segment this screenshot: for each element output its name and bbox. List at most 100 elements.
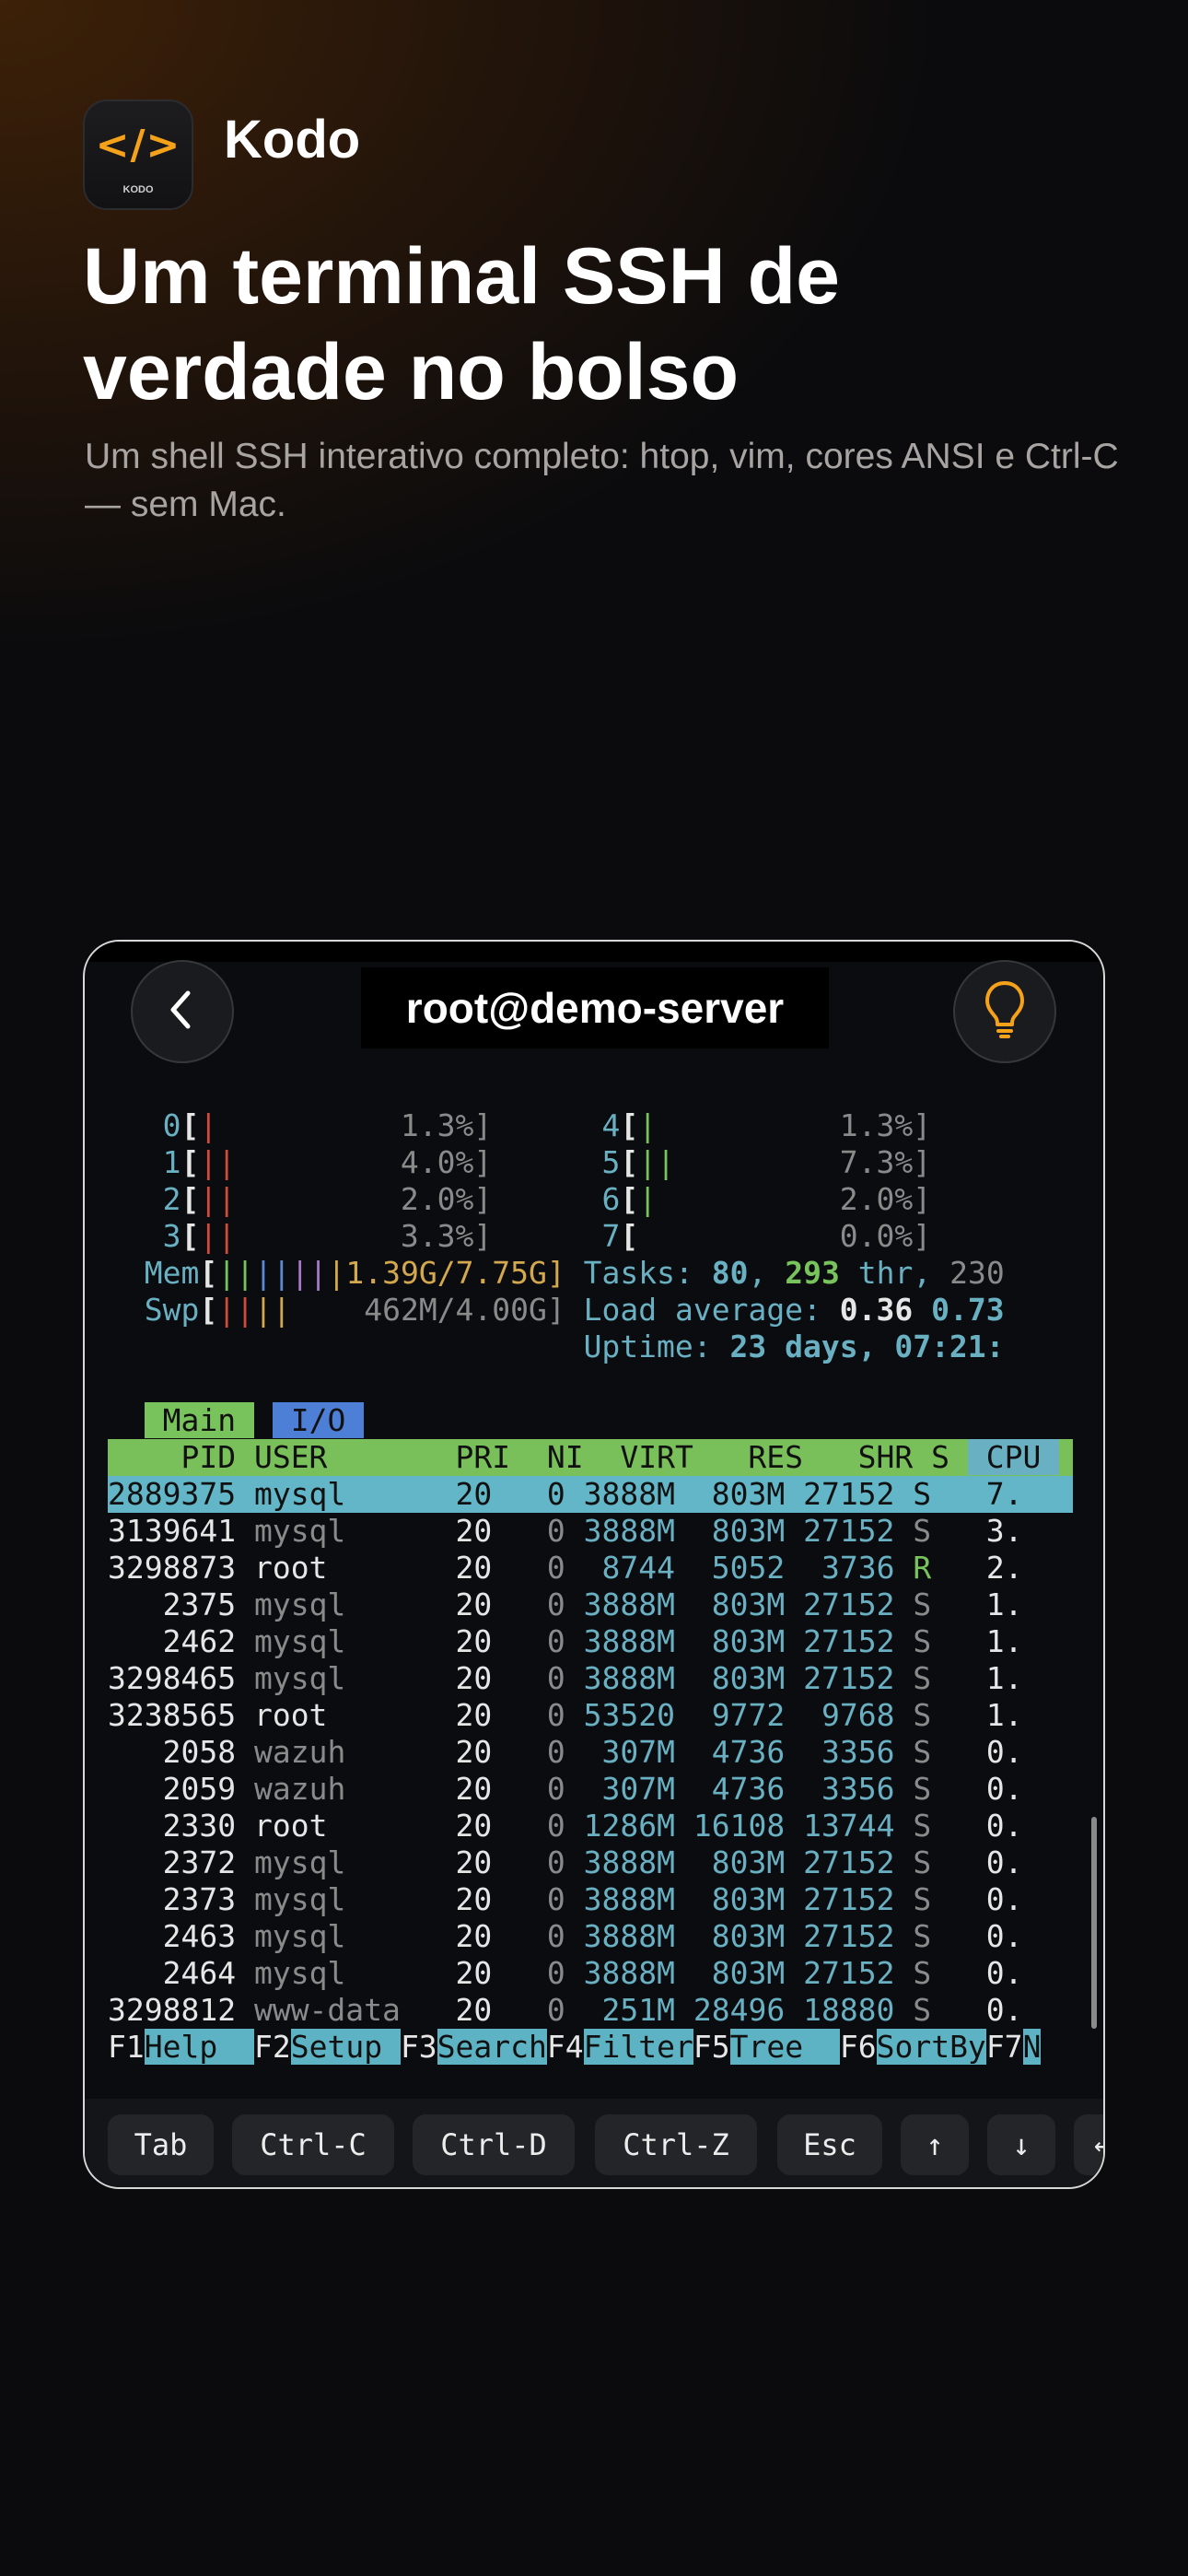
cell-pid: 3298465 — [108, 1660, 237, 1696]
arrow-left-key[interactable]: ← — [1074, 2114, 1103, 2175]
cell-virt: 3888M — [583, 1587, 675, 1622]
fkey-label-search[interactable]: Search — [437, 2029, 547, 2065]
table-row[interactable]: 2059 wazuh 20 0 307M 4736 3356 S 0. — [108, 1771, 1073, 1808]
table-row[interactable]: 2463 mysql 20 0 3888M 803M 27152 S 0. — [108, 1918, 1073, 1955]
cell-pri: 20 — [455, 1992, 493, 2028]
cell-pid: 2059 — [162, 1771, 237, 1807]
fkey-f3[interactable]: F3 — [401, 2029, 437, 2065]
cell-user: wazuh — [253, 1771, 346, 1807]
cell-s: S — [913, 1623, 932, 1659]
cell-res: 803M — [711, 1844, 786, 1880]
cell-virt: 3888M — [583, 1955, 675, 1991]
table-row[interactable]: 2373 mysql 20 0 3888M 803M 27152 S 0. — [108, 1881, 1073, 1918]
table-row[interactable]: 3298465 mysql 20 0 3888M 803M 27152 S 1. — [108, 1660, 1073, 1697]
cell-s: S — [913, 1955, 932, 1991]
cell-res: 4736 — [711, 1734, 786, 1770]
ctrl-d-key[interactable]: Ctrl-D — [413, 2114, 575, 2175]
process-table-header[interactable]: PID USER PRI NI VIRT RES SHR S CPU — [108, 1439, 1073, 1476]
cell-shr: 27152 — [803, 1881, 895, 1917]
table-row[interactable]: 2889375 mysql 20 0 3888M 803M 27152 S 7. — [108, 1476, 1073, 1513]
terminal-screen: root@demo-server 0[| 1.3%] 4[| 1.3%] 1[|… — [83, 940, 1105, 2189]
tab-io[interactable]: I/O — [272, 1402, 365, 1438]
table-row[interactable]: 2372 mysql 20 0 3888M 803M 27152 S 0. — [108, 1844, 1073, 1881]
cell-s: S — [913, 1881, 932, 1917]
cell-ni: 0 — [546, 1697, 565, 1733]
cell-cpu: 0. — [985, 1844, 1023, 1880]
cell-s: S — [913, 1844, 932, 1880]
cell-pri: 20 — [455, 1660, 493, 1696]
cell-cpu: 0. — [985, 1918, 1023, 1954]
fkey-f5[interactable]: F5 — [693, 2029, 730, 2065]
esc-key[interactable]: Esc — [777, 2114, 882, 2175]
cell-pri: 20 — [455, 1844, 493, 1880]
cell-ni: 0 — [546, 1918, 565, 1954]
back-button[interactable] — [131, 960, 234, 1063]
cell-user: mysql — [253, 1476, 346, 1512]
fkey-f7[interactable]: F7 — [986, 2029, 1023, 2065]
cell-pri: 20 — [455, 1697, 493, 1733]
column-header-shr[interactable]: SHR — [803, 1439, 914, 1475]
table-row[interactable]: 2462 mysql 20 0 3888M 803M 27152 S 1. — [108, 1623, 1073, 1660]
fkey-f1[interactable]: F1 — [108, 2029, 145, 2065]
cell-pri: 20 — [455, 1881, 493, 1917]
cell-shr: 27152 — [803, 1955, 895, 1991]
fkey-label-setup[interactable]: Setup — [290, 2029, 401, 2065]
arrow-up-key[interactable]: ↑ — [901, 2114, 969, 2175]
cell-shr: 27152 — [803, 1660, 895, 1696]
column-header-user[interactable]: USER — [254, 1439, 401, 1475]
cell-res: 9772 — [711, 1697, 786, 1733]
cell-pid: 2372 — [162, 1844, 237, 1880]
hint-button[interactable] — [953, 960, 1056, 1063]
cell-user: mysql — [253, 1587, 346, 1622]
arrow-down-key[interactable]: ↓ — [987, 2114, 1055, 2175]
cell-shr: 27152 — [803, 1918, 895, 1954]
table-row[interactable]: 2330 root 20 0 1286M 16108 13744 S 0. — [108, 1808, 1073, 1844]
table-row[interactable]: 3298873 root 20 0 8744 5052 3736 R 2. — [108, 1550, 1073, 1587]
table-row[interactable]: 2464 mysql 20 0 3888M 803M 27152 S 0. — [108, 1955, 1073, 1992]
cell-cpu: 1. — [985, 1660, 1023, 1696]
fkey-label-filter[interactable]: Filter — [583, 2029, 693, 2065]
fkey-f2[interactable]: F2 — [254, 2029, 291, 2065]
lightbulb-icon — [983, 979, 1027, 1045]
column-header-pri[interactable]: PRI — [401, 1439, 511, 1475]
cell-ni: 0 — [546, 1881, 565, 1917]
function-key-bar[interactable]: F1Help F2Setup F3SearchF4FilterF5Tree F6… — [108, 2029, 1073, 2066]
tab-main[interactable]: Main — [144, 1402, 254, 1438]
cell-res: 803M — [711, 1955, 786, 1991]
cell-virt: 3888M — [583, 1623, 675, 1659]
cell-cpu: 0. — [985, 1955, 1023, 1991]
scrollbar[interactable] — [1091, 1817, 1097, 2029]
table-row[interactable]: 3238565 root 20 0 53520 9772 9768 S 1. — [108, 1697, 1073, 1734]
table-row[interactable]: 2058 wazuh 20 0 307M 4736 3356 S 0. — [108, 1734, 1073, 1771]
column-header-res[interactable]: RES — [693, 1439, 803, 1475]
column-header-ni[interactable]: NI — [510, 1439, 584, 1475]
htop-output[interactable]: 0[| 1.3%] 4[| 1.3%] 1[|| 4.0%] 5[|| 7.3%… — [108, 1107, 1073, 2066]
fkey-f4[interactable]: F4 — [547, 2029, 584, 2065]
cell-pid: 2464 — [162, 1955, 237, 1991]
column-header-virt[interactable]: VIRT — [584, 1439, 693, 1475]
column-header-cpu[interactable]: CPU — [967, 1439, 1060, 1475]
cell-user: mysql — [253, 1513, 346, 1549]
table-row[interactable]: 2375 mysql 20 0 3888M 803M 27152 S 1. — [108, 1587, 1073, 1623]
fkey-label-tree[interactable]: Tree — [729, 2029, 840, 2065]
fkey-label-help[interactable]: Help — [144, 2029, 254, 2065]
fkey-label-sortby[interactable]: SortBy — [876, 2029, 986, 2065]
cell-cpu: 2. — [985, 1550, 1023, 1586]
column-header-pid[interactable]: PID — [108, 1439, 254, 1475]
ctrl-z-key[interactable]: Ctrl-Z — [595, 2114, 757, 2175]
cell-res: 16108 — [693, 1808, 786, 1844]
fkey-label-n[interactable]: N — [1022, 2029, 1042, 2065]
key-bar: Tab Ctrl-C Ctrl-D Ctrl-Z Esc ↑ ↓ ← — [85, 2099, 1103, 2187]
tab-key[interactable]: Tab — [108, 2114, 214, 2175]
cell-s: S — [913, 1771, 932, 1807]
fkey-f6[interactable]: F6 — [840, 2029, 877, 2065]
cell-s: R — [913, 1550, 932, 1586]
cell-ni: 0 — [546, 1992, 565, 2028]
cell-s: S — [913, 1808, 932, 1844]
column-header-s[interactable]: S — [913, 1439, 968, 1475]
ctrl-c-key[interactable]: Ctrl-C — [232, 2114, 394, 2175]
cell-pid: 3298812 — [108, 1992, 237, 2028]
table-row[interactable]: 3298812 www-data 20 0 251M 28496 18880 S… — [108, 1992, 1073, 2029]
cell-virt: 8744 — [601, 1550, 675, 1586]
table-row[interactable]: 3139641 mysql 20 0 3888M 803M 27152 S 3. — [108, 1513, 1073, 1550]
